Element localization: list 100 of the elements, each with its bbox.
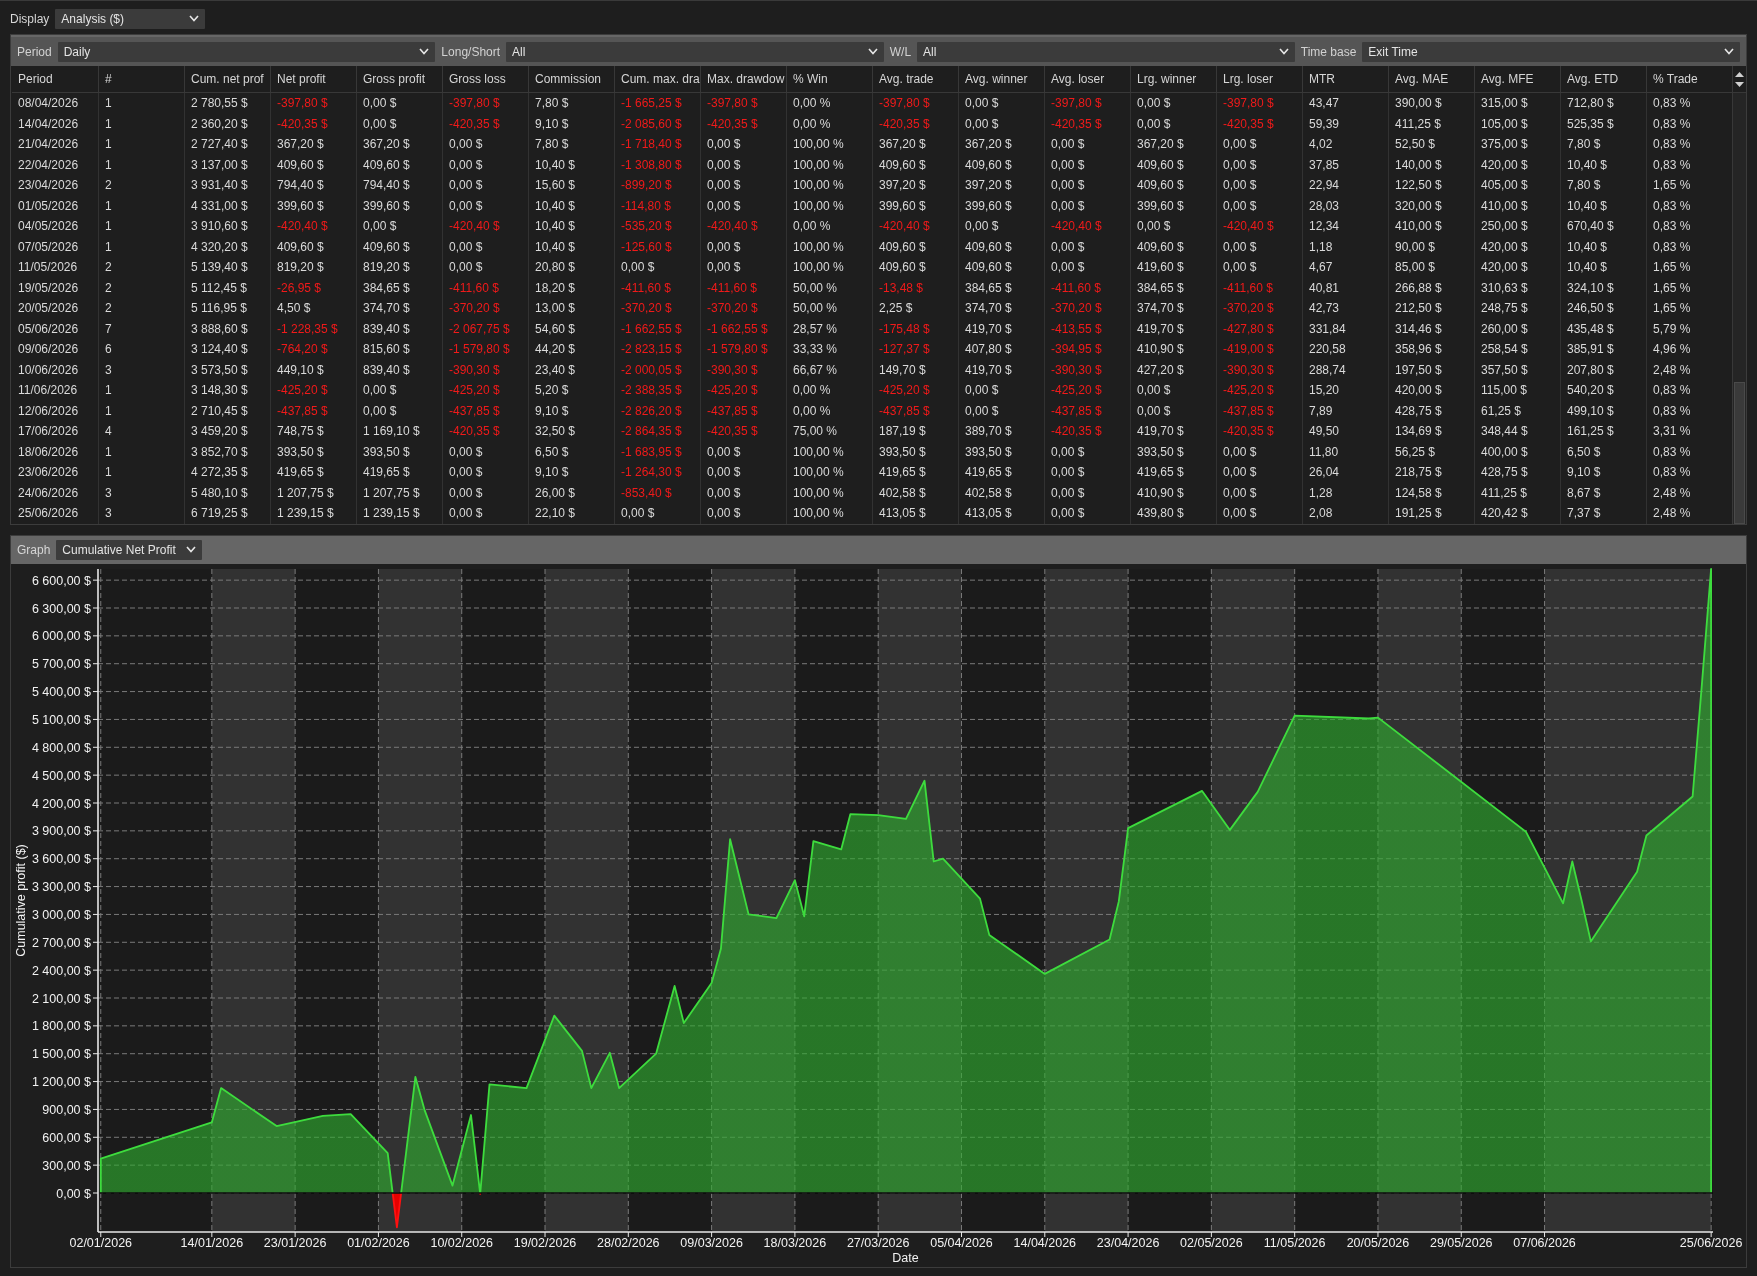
table-cell: 0,00 $	[442, 482, 528, 503]
scrollbar[interactable]	[1732, 66, 1746, 524]
table-cell: 0,00 $	[1044, 154, 1130, 175]
dropdown[interactable]: Daily	[57, 41, 436, 62]
y-axis-label: 4 500,00 $	[31, 768, 91, 783]
column-header[interactable]: Cum. max. dra	[614, 66, 700, 93]
table-cell: 100,00 %	[786, 195, 872, 216]
dropdown[interactable]: All	[506, 41, 884, 62]
column-header[interactable]: Lrg. winner	[1130, 66, 1216, 93]
column-header[interactable]: Commission	[528, 66, 614, 93]
column-header[interactable]: Avg. ETD	[1560, 66, 1646, 93]
table-cell: 419,65 $	[1130, 462, 1216, 483]
table-cell: 5 112,45 $	[184, 277, 270, 298]
column-header[interactable]: Period	[12, 66, 98, 93]
dropdown[interactable]: All	[917, 41, 1295, 62]
table-cell: -437,85 $	[270, 400, 356, 421]
column-header[interactable]: % Win	[786, 66, 872, 93]
table-cell: 0,83 %	[1646, 380, 1732, 401]
table-cell: -427,80 $	[1216, 318, 1302, 339]
table-cell: 5 139,40 $	[184, 257, 270, 278]
table-cell: 3 888,60 $	[184, 318, 270, 339]
table-cell: 2,25 $	[872, 298, 958, 319]
table-cell: 54,60 $	[528, 318, 614, 339]
table-cell: -370,20 $	[614, 298, 700, 319]
table-cell: 0,00 $	[1216, 441, 1302, 462]
table-cell: 9,10 $	[1560, 462, 1646, 483]
column-header[interactable]: Net profit	[270, 66, 356, 93]
scrollbar-thumb[interactable]	[1734, 381, 1745, 524]
table-cell-text: 18/06/2026	[17, 443, 80, 461]
table-cell: 4,96 %	[1646, 339, 1732, 360]
column-header[interactable]: Avg. MAE	[1388, 66, 1474, 93]
axis-title: Date	[892, 1250, 919, 1265]
table-cell: 0,00 $	[700, 503, 786, 524]
table-cell: 0,00 $	[1044, 482, 1130, 503]
table-cell: -127,37 $	[872, 339, 958, 360]
table-cell: 1 207,75 $	[270, 482, 356, 503]
table-cell: 499,10 $	[1560, 400, 1646, 421]
table-cell: -425,20 $	[700, 380, 786, 401]
table-cell: 13,00 $	[528, 298, 614, 319]
column-header[interactable]: Max. drawdow	[700, 66, 786, 93]
table-cell: 10,40 $	[1560, 154, 1646, 175]
table-cell-text: 09/06/2026	[17, 341, 80, 359]
table-cell: 1,65 %	[1646, 298, 1732, 319]
column-header[interactable]: Avg. trade	[872, 66, 958, 93]
caret-icon	[867, 48, 878, 55]
table-cell: 0,00 $	[442, 134, 528, 155]
x-axis-label: 14/01/2026	[180, 1235, 244, 1250]
table-cell: 0,00 $	[700, 175, 786, 196]
column-header[interactable]: Lrg. loser	[1216, 66, 1302, 93]
up-arrow-icon[interactable]	[1735, 71, 1744, 77]
table-cell: 1 169,10 $	[356, 421, 442, 442]
dropdown[interactable]: Exit Time	[1362, 41, 1740, 62]
table-cell: 100,00 %	[786, 441, 872, 462]
table-cell: 9,10 $	[528, 113, 614, 134]
column-header[interactable]: MTR	[1302, 66, 1388, 93]
table-cell: 3 910,60 $	[184, 216, 270, 237]
table-cell: 0,00 $	[1044, 503, 1130, 524]
table-cell: -1 264,30 $	[614, 462, 700, 483]
x-axis-label: 07/06/2026	[1513, 1235, 1576, 1250]
table-cell: 0,83 %	[1646, 441, 1732, 462]
table-cell: 0,00 %	[786, 113, 872, 134]
table-cell: 420,00 $	[1474, 257, 1560, 278]
column-header[interactable]: Avg. winner	[958, 66, 1044, 93]
table-cell: -370,20 $	[442, 298, 528, 319]
table-cell: 0,00 $	[1216, 154, 1302, 175]
table-cell: 0,00 $	[700, 257, 786, 278]
table-cell: -420,40 $	[1216, 216, 1302, 237]
table-cell: -420,35 $	[1044, 421, 1130, 442]
table-cell: 75,00 %	[786, 421, 872, 442]
table-cell: -397,80 $	[1044, 93, 1130, 114]
y-axis-label: 2 700,00 $	[31, 935, 91, 950]
table-cell: 28,57 %	[786, 318, 872, 339]
column-header[interactable]: Avg. MFE	[1474, 66, 1560, 93]
table-cell-text: 08/04/2026	[17, 95, 80, 113]
column-header[interactable]: Avg. loser	[1044, 66, 1130, 93]
table-cell: 6	[98, 339, 184, 360]
y-axis-label: 300,00 $	[42, 1158, 91, 1173]
column-header[interactable]: Gross profit	[356, 66, 442, 93]
table-cell: 0,00 $	[1216, 195, 1302, 216]
table-cell: 384,65 $	[1130, 277, 1216, 298]
table-cell: 314,46 $	[1388, 318, 1474, 339]
table-cell: 397,20 $	[872, 175, 958, 196]
column-header[interactable]: Gross loss	[442, 66, 528, 93]
table-cell: 1 207,75 $	[356, 482, 442, 503]
x-axis-label: 27/03/2026	[846, 1235, 910, 1250]
table-cell: -2 864,35 $	[614, 421, 700, 442]
down-arrow-icon[interactable]	[1735, 81, 1744, 87]
column-header[interactable]: Cum. net prof	[184, 66, 270, 93]
table-cell: -370,20 $	[1044, 298, 1130, 319]
dropdown[interactable]: Analysis ($)	[55, 8, 206, 29]
table-cell: 0,83 %	[1646, 154, 1732, 175]
caret-icon	[1724, 48, 1734, 55]
caret-icon	[419, 48, 430, 55]
y-axis-label: 3 300,00 $	[31, 879, 91, 894]
table-cell: -411,60 $	[614, 277, 700, 298]
table-cell-text: 05/06/2026	[17, 320, 80, 338]
dropdown[interactable]: Cumulative Net Profit	[56, 539, 202, 560]
column-header[interactable]: #	[98, 66, 184, 93]
table-cell: 6 719,25 $	[184, 503, 270, 524]
table-cell: 0,00 $	[442, 441, 528, 462]
